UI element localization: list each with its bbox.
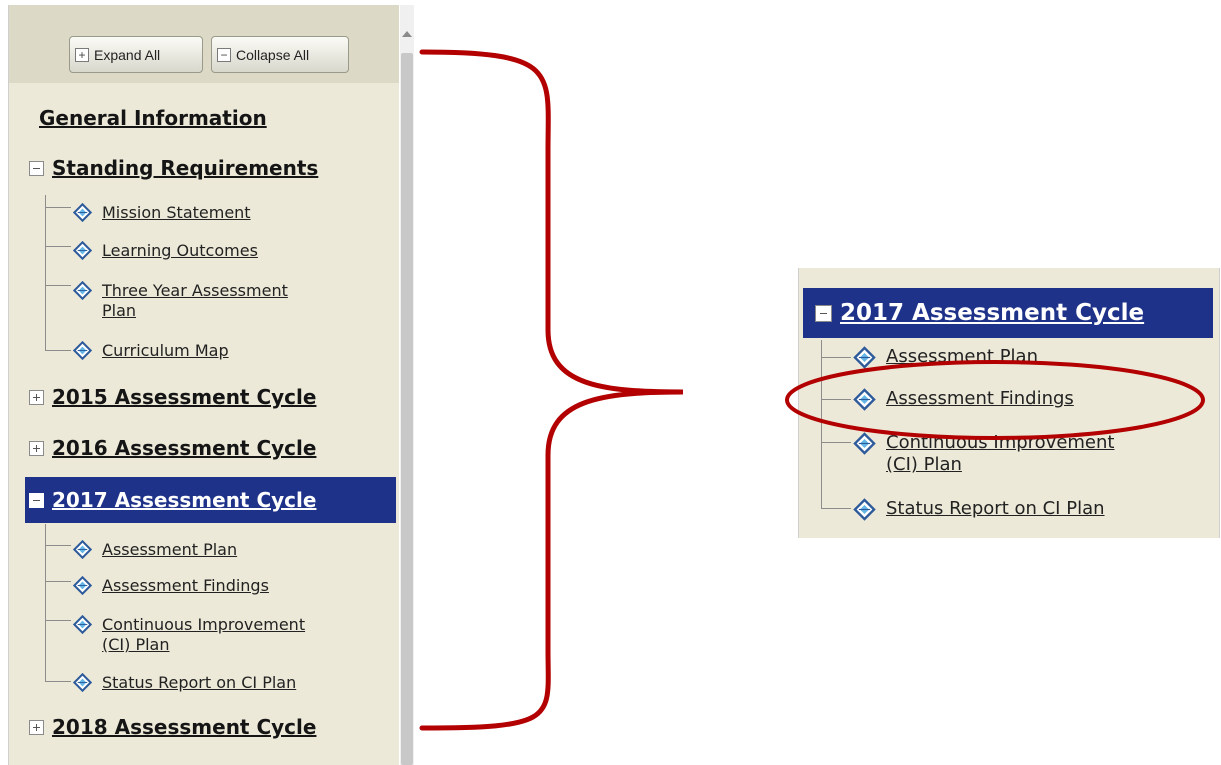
document-diamond-icon bbox=[851, 430, 878, 457]
tree-connector bbox=[821, 399, 851, 400]
collapse-toggle-icon[interactable] bbox=[29, 160, 44, 176]
zoomed-tree-panel: 2017 Assessment Cycle Assessment Plan As… bbox=[798, 268, 1220, 538]
scroll-up-arrow-icon[interactable] bbox=[402, 31, 412, 37]
tree-item-three-year-assessment-plan[interactable]: Three Year Assessment Plan bbox=[71, 281, 288, 321]
collapse-toggle-icon[interactable] bbox=[29, 492, 44, 508]
tree-item-assessment-plan[interactable]: Assessment Plan bbox=[71, 540, 237, 561]
tree-item-curriculum-map[interactable]: Curriculum Map bbox=[71, 341, 229, 362]
general-information-link[interactable]: General Information bbox=[39, 106, 267, 130]
document-diamond-icon bbox=[71, 201, 94, 224]
tree-item-status-report-on-ci-plan[interactable]: Status Report on CI Plan bbox=[71, 673, 296, 694]
expand-all-button[interactable]: + Expand All bbox=[69, 36, 203, 73]
tree-connector bbox=[45, 524, 46, 682]
tree-connector bbox=[45, 581, 71, 582]
document-diamond-icon bbox=[851, 386, 878, 413]
tree-connector bbox=[821, 508, 851, 509]
document-diamond-icon bbox=[851, 344, 878, 371]
plus-icon: + bbox=[75, 47, 89, 62]
section-2017-assessment-cycle[interactable]: 2017 Assessment Cycle bbox=[25, 477, 396, 523]
scroll-thumb[interactable] bbox=[401, 53, 413, 765]
zoom-item-assessment-plan[interactable]: Assessment Plan bbox=[851, 346, 1038, 371]
document-diamond-icon bbox=[851, 496, 878, 523]
expand-toggle-icon[interactable] bbox=[29, 389, 44, 405]
zoom-item-assessment-findings[interactable]: Assessment Findings bbox=[851, 388, 1074, 413]
document-diamond-icon bbox=[71, 613, 94, 636]
section-2018-assessment-cycle[interactable]: 2018 Assessment Cycle bbox=[29, 707, 316, 747]
tree-item-assessment-findings[interactable]: Assessment Findings bbox=[71, 576, 269, 597]
expand-toggle-icon[interactable] bbox=[29, 440, 44, 456]
tree-connector bbox=[821, 442, 851, 443]
section-2015-assessment-cycle[interactable]: 2015 Assessment Cycle bbox=[29, 377, 316, 417]
navigation-tree-panel: + Expand All − Collapse All General Info… bbox=[8, 5, 399, 765]
zoom-item-continuous-improvement-plan[interactable]: Continuous Improvement (CI) Plan bbox=[851, 432, 1114, 476]
tree-connector bbox=[45, 246, 71, 247]
zoom-section-2017-assessment-cycle[interactable]: 2017 Assessment Cycle bbox=[803, 288, 1213, 338]
tree-item-mission-statement[interactable]: Mission Statement bbox=[71, 203, 251, 224]
document-diamond-icon bbox=[71, 279, 94, 302]
tree-connector bbox=[45, 285, 71, 286]
tree-connector bbox=[45, 681, 71, 682]
vertical-scrollbar[interactable] bbox=[400, 5, 414, 765]
collapse-toggle-icon[interactable] bbox=[815, 304, 832, 322]
section-label: Standing Requirements bbox=[52, 156, 319, 180]
document-diamond-icon bbox=[71, 671, 94, 694]
document-diamond-icon bbox=[71, 574, 94, 597]
tree-item-learning-outcomes[interactable]: Learning Outcomes bbox=[71, 241, 258, 262]
tree-connector bbox=[45, 620, 71, 621]
tree-connector bbox=[45, 195, 46, 351]
document-diamond-icon bbox=[71, 538, 94, 561]
tree-connector bbox=[821, 357, 851, 358]
expand-toggle-icon[interactable] bbox=[29, 719, 44, 735]
tree-connector bbox=[45, 545, 71, 546]
tree-connector bbox=[45, 350, 71, 351]
tree-connector bbox=[45, 207, 71, 208]
tree-item-continuous-improvement-plan[interactable]: Continuous Improvement (CI) Plan bbox=[71, 615, 305, 655]
tree-toolbar: + Expand All − Collapse All bbox=[9, 5, 399, 83]
zoom-item-status-report-on-ci-plan[interactable]: Status Report on CI Plan bbox=[851, 498, 1105, 523]
document-diamond-icon bbox=[71, 239, 94, 262]
document-diamond-icon bbox=[71, 339, 94, 362]
minus-icon: − bbox=[217, 47, 231, 62]
section-standing-requirements[interactable]: Standing Requirements bbox=[29, 148, 318, 188]
collapse-all-button[interactable]: − Collapse All bbox=[211, 36, 349, 73]
tree-connector bbox=[821, 340, 822, 508]
section-2016-assessment-cycle[interactable]: 2016 Assessment Cycle bbox=[29, 428, 316, 468]
